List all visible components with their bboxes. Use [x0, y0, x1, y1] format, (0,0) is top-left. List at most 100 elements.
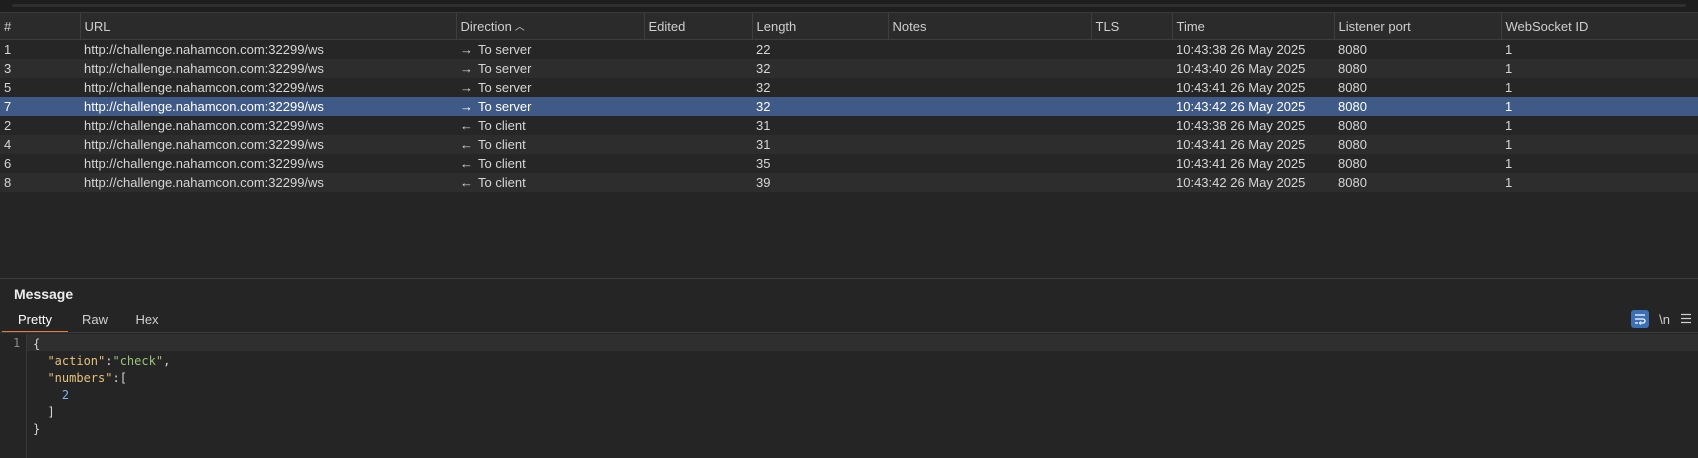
json-close-bracket: ]	[47, 405, 55, 419]
table-header-row: # URL Direction ︿ Edited Length Notes TLS…	[0, 13, 1698, 40]
direction-label: To server	[478, 99, 532, 114]
cell-length: 39	[756, 175, 771, 190]
cell-notes	[888, 97, 1091, 116]
cell-tls	[1091, 116, 1172, 135]
sort-ascending-icon: ︿	[514, 22, 525, 33]
cell-notes	[888, 59, 1091, 78]
tab-hex[interactable]: Hex	[122, 308, 172, 331]
table-row[interactable]: 5 http://challenge.nahamcon.com:32299/ws →…	[0, 78, 1698, 97]
json-value-action: "check"	[112, 354, 164, 368]
cell-number: 4	[4, 137, 12, 152]
cell-time: 10:43:41 26 May 2025	[1176, 156, 1306, 171]
column-header-websocket-id[interactable]: WebSocket ID	[1501, 13, 1698, 40]
cell-time: 10:43:41 26 May 2025	[1176, 80, 1306, 95]
json-number-item: 2	[61, 388, 70, 402]
cell-url: http://challenge.nahamcon.com:32299/ws	[84, 42, 324, 57]
cell-edited	[644, 116, 752, 135]
cell-tls	[1091, 78, 1172, 97]
cell-edited	[644, 154, 752, 173]
cell-listener-port: 8080	[1338, 118, 1367, 133]
arrow-left-icon: ←	[460, 175, 473, 190]
cell-websocket-id: 1	[1505, 156, 1513, 171]
message-view-tabs: Pretty Raw Hex	[0, 308, 172, 333]
cell-notes	[888, 154, 1091, 173]
cell-websocket-id: 1	[1505, 175, 1513, 190]
cell-edited	[644, 135, 752, 154]
cell-direction: → To server	[456, 40, 644, 60]
json-key-numbers: "numbers"	[47, 371, 113, 385]
direction-label: To server	[478, 61, 532, 76]
cell-time: 10:43:42 26 May 2025	[1176, 175, 1306, 190]
column-header-time[interactable]: Time	[1172, 13, 1335, 40]
cell-websocket-id: 1	[1505, 80, 1513, 95]
arrow-right-icon: →	[460, 61, 473, 76]
cell-direction: ← To client	[456, 135, 644, 154]
tab-raw[interactable]: Raw	[70, 308, 120, 331]
direction-label: To server	[478, 80, 532, 95]
cell-url: http://challenge.nahamcon.com:32299/ws	[84, 118, 324, 133]
cell-notes	[888, 173, 1091, 192]
cell-direction: → To server	[456, 59, 644, 78]
cell-websocket-id: 1	[1505, 61, 1513, 76]
tab-pretty[interactable]: Pretty	[2, 308, 68, 333]
column-header-edited[interactable]: Edited	[644, 13, 753, 40]
cell-number: 6	[4, 156, 12, 171]
horizontal-scrollbar[interactable]	[12, 4, 1686, 7]
table-row[interactable]: 7 http://challenge.nahamcon.com:32299/ws →…	[0, 97, 1698, 116]
show-newlines-toggle[interactable]: \n	[1659, 312, 1670, 327]
column-header-length[interactable]: Length	[752, 13, 889, 40]
column-header-url[interactable]: URL	[80, 13, 457, 40]
cell-tls	[1091, 154, 1172, 173]
wrap-lines-button[interactable]	[1631, 310, 1650, 328]
cell-tls	[1091, 40, 1172, 60]
table-row[interactable]: 8 http://challenge.nahamcon.com:32299/ws ←…	[0, 173, 1698, 192]
column-header-direction[interactable]: Direction ︿	[456, 13, 645, 40]
tabs-separator	[0, 332, 1698, 333]
table-row[interactable]: 2 http://challenge.nahamcon.com:32299/ws ←…	[0, 116, 1698, 135]
table-row[interactable]: 4 http://challenge.nahamcon.com:32299/ws ←…	[0, 135, 1698, 154]
cell-length: 31	[756, 118, 771, 133]
cell-edited	[644, 59, 752, 78]
direction-label: To client	[478, 175, 526, 190]
table-row[interactable]: 3 http://challenge.nahamcon.com:32299/ws →…	[0, 59, 1698, 78]
cell-url: http://challenge.nahamcon.com:32299/ws	[84, 99, 324, 114]
cell-tls	[1091, 97, 1172, 116]
column-header-tls[interactable]: TLS	[1091, 13, 1173, 40]
cell-websocket-id: 1	[1505, 42, 1513, 57]
cell-notes	[888, 78, 1091, 97]
cell-notes	[888, 135, 1091, 154]
column-header-listener-port[interactable]: Listener port	[1334, 13, 1502, 40]
arrow-left-icon: ←	[460, 118, 473, 133]
json-code: { "action":"check", "numbers":[ 2 ] }	[33, 337, 171, 436]
message-editor[interactable]: 1 { "action":"check", "numbers":[ 2 ] }	[0, 334, 1698, 458]
cell-length: 32	[756, 80, 771, 95]
cell-tls	[1091, 135, 1172, 154]
cell-edited	[644, 78, 752, 97]
column-header-number[interactable]: #	[0, 13, 81, 40]
arrow-right-icon: →	[460, 42, 473, 57]
message-panel-title: Message	[14, 286, 74, 302]
cell-url: http://challenge.nahamcon.com:32299/ws	[84, 156, 324, 171]
cell-number: 3	[4, 61, 12, 76]
cell-number: 5	[4, 80, 12, 95]
cell-number: 8	[4, 175, 12, 190]
cell-listener-port: 8080	[1338, 99, 1367, 114]
cell-length: 32	[756, 99, 771, 114]
current-line-highlight	[27, 334, 1698, 351]
direction-label: To server	[478, 42, 532, 57]
cell-number: 2	[4, 118, 12, 133]
cell-tls	[1091, 173, 1172, 192]
cell-direction: → To server	[456, 97, 644, 116]
arrow-left-icon: ←	[460, 137, 473, 152]
cell-length: 31	[756, 137, 771, 152]
cell-length: 35	[756, 156, 771, 171]
line-number-gutter: 1	[0, 334, 27, 458]
direction-label: To client	[478, 118, 526, 133]
cell-edited	[644, 173, 752, 192]
arrow-right-icon: →	[460, 80, 473, 95]
column-header-notes[interactable]: Notes	[888, 13, 1092, 40]
hamburger-menu-icon[interactable]	[1680, 312, 1692, 327]
message-tools: \n	[1631, 310, 1692, 328]
table-row[interactable]: 1 http://challenge.nahamcon.com:32299/ws →…	[0, 39, 1698, 60]
table-row[interactable]: 6 http://challenge.nahamcon.com:32299/ws ←…	[0, 154, 1698, 173]
